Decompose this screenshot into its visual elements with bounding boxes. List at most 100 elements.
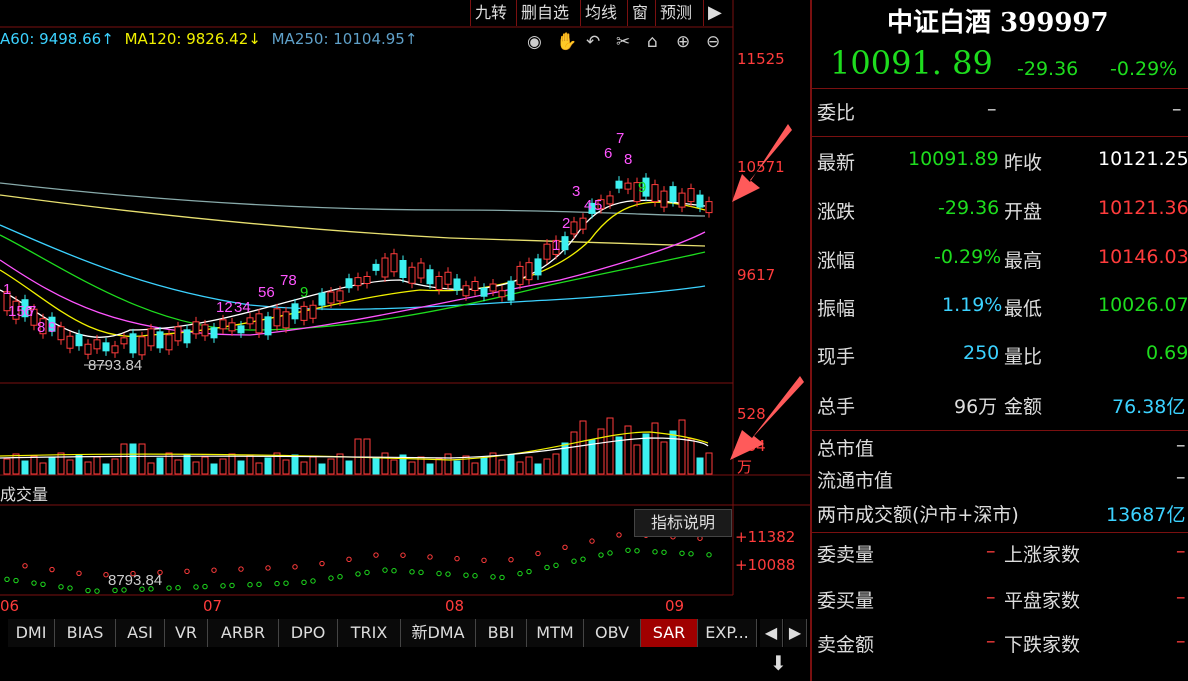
candle-body [57, 326, 65, 341]
xaxis-06: 06 [0, 597, 20, 615]
tab-exp[interactable]: EXP... [698, 619, 757, 647]
volume-bar [570, 431, 578, 475]
tab-trix[interactable]: TRIX [338, 619, 401, 647]
sar-dot [445, 571, 451, 577]
sar-dot [382, 567, 388, 573]
low-value: 10026.07 [1098, 294, 1188, 316]
sar-dot [211, 567, 217, 573]
tab-dmi[interactable]: DMI [8, 619, 55, 647]
sar-dot [202, 583, 208, 590]
volume-bar [480, 457, 488, 475]
candle-body [156, 331, 164, 349]
sar-axis-top: +11382 [735, 528, 796, 546]
volume-bar [156, 457, 164, 475]
sar-dot [706, 552, 712, 558]
ma60-line [0, 224, 706, 310]
tab-asi[interactable]: ASI [116, 619, 165, 647]
sar-dot [94, 588, 100, 594]
candle-body [345, 278, 353, 289]
prev-close-value: 10121.25 [1098, 148, 1188, 170]
tab-arbr[interactable]: ARBR [208, 619, 279, 647]
last-price: 10091. 89 [830, 44, 993, 82]
sar-dot [616, 532, 622, 538]
volume-bar [192, 461, 200, 475]
tab-bias[interactable]: BIAS [55, 619, 116, 647]
market-cap-value: – [1176, 434, 1186, 456]
tab-scroll-left-icon[interactable]: ◀ [760, 619, 783, 647]
candle-body [183, 329, 191, 344]
candle-body [363, 276, 371, 284]
download-icon[interactable]: ⬇ [770, 651, 787, 675]
svg-text:8: 8 [37, 319, 45, 336]
volume-bar [687, 438, 695, 475]
high-value: 10146.03 [1098, 246, 1188, 268]
candle-body [669, 186, 677, 203]
sar-dot [508, 556, 514, 563]
candle-body [246, 317, 254, 325]
sell-amount-label: 卖金额 [817, 634, 875, 656]
tab-sar[interactable]: SAR [641, 619, 698, 647]
sar-dot [328, 575, 334, 581]
advancers-label: 上涨家数 [1004, 544, 1081, 566]
volume-bar [318, 463, 326, 475]
candle-body [129, 333, 137, 354]
amplitude-label: 振幅 [817, 298, 856, 320]
candle-body [138, 336, 146, 356]
candle-body [471, 281, 479, 291]
latest-label: 最新 [817, 152, 856, 174]
volume-bar [111, 458, 119, 475]
candle-body [390, 253, 398, 273]
indicator-help-button[interactable]: 指标说明 [634, 509, 732, 537]
svg-text:7: 7 [28, 303, 36, 320]
sar-dot [49, 566, 55, 573]
volume-bar [138, 443, 146, 475]
tab-scroll-right-icon[interactable]: ▶ [784, 619, 807, 647]
prev-close-label: 昨收 [1004, 152, 1043, 174]
volume-ratio-label: 量比 [1004, 346, 1043, 368]
candle-body [516, 265, 524, 285]
sar-dot [193, 584, 199, 590]
volume-bar [57, 452, 65, 475]
candle-body [444, 271, 452, 285]
candle-body [408, 266, 416, 284]
volume-bar [408, 461, 416, 475]
kline-chart-area[interactable]: 九转 删自选 均线 窗 预测 ▶ A60: 9498.66↑ MA120: 98… [0, 0, 810, 681]
tab-bbi[interactable]: BBI [476, 619, 527, 647]
candle-body [399, 260, 407, 278]
candle-body [435, 276, 443, 290]
sar-dot [220, 583, 226, 589]
svg-text:5: 5 [594, 197, 602, 214]
volume-bar [75, 454, 83, 475]
sar-dot [472, 573, 478, 579]
volume-bar [120, 443, 128, 475]
svg-text:34: 34 [234, 299, 251, 316]
tab-vr[interactable]: VR [165, 619, 208, 647]
sar-dot [346, 556, 352, 563]
svg-text:1: 1 [552, 237, 560, 254]
sar-dot [535, 550, 541, 557]
sar-dot [427, 554, 433, 560]
volume-bar [705, 452, 713, 475]
xaxis-07: 07 [203, 597, 223, 615]
tab-dpo[interactable]: DPO [279, 619, 338, 647]
sar-dot [31, 580, 37, 586]
svg-text:6: 6 [604, 145, 612, 162]
volume-bar [291, 454, 299, 475]
unchanged-value: – [1176, 586, 1186, 608]
svg-text:1: 1 [3, 281, 11, 298]
candle-body [417, 262, 425, 279]
svg-text:9: 9 [48, 319, 56, 336]
sar-dot [544, 564, 550, 571]
sar-dot [229, 582, 235, 589]
volume-bar [525, 456, 533, 475]
open-label: 开盘 [1004, 201, 1043, 223]
sar-dot [598, 552, 604, 558]
sar-dot [580, 556, 586, 562]
tab-obv[interactable]: OBV [584, 619, 641, 647]
tab-mtm[interactable]: MTM [527, 619, 584, 647]
tab-new-dma[interactable]: 新DMA [401, 619, 476, 647]
security-name: 中证白酒 399997 [887, 8, 1109, 38]
turnover-value: 76.38亿 [1112, 396, 1186, 418]
candle-body [255, 313, 263, 334]
volume-bar [552, 453, 560, 475]
